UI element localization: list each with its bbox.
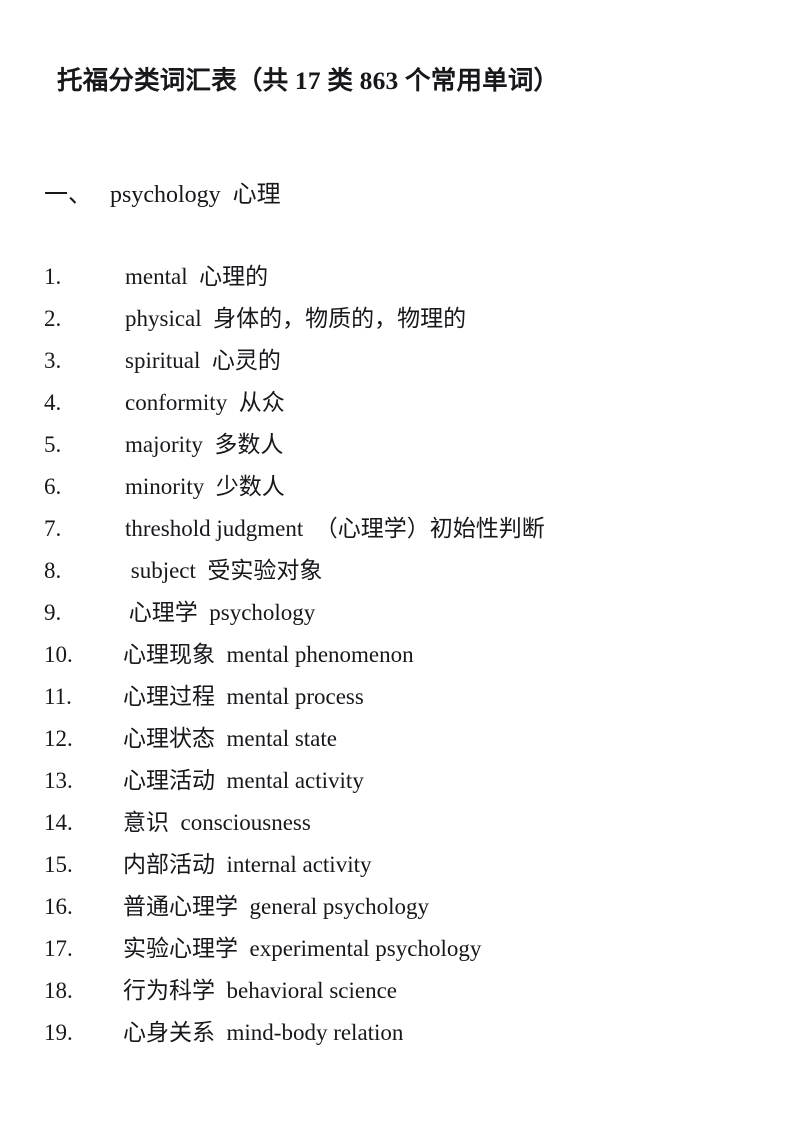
list-item: 19. 心身关系 mind-body relation <box>0 1012 793 1054</box>
list-item: 11. 心理过程 mental process <box>0 676 793 718</box>
list-item-text: 心身关系 mind-body relation <box>123 1020 404 1045</box>
list-item-number: 4. <box>44 390 62 415</box>
list-item-number: 9. <box>44 600 62 625</box>
list-item: 6. minority 少数人 <box>0 466 793 508</box>
list-item: 1. mental 心理的 <box>0 256 793 298</box>
list-item-number: 1. <box>44 264 62 289</box>
list-item: 8. subject 受实验对象 <box>0 550 793 592</box>
list-item-text: 心理活动 mental activity <box>123 768 364 793</box>
list-item: 17. 实验心理学 experimental psychology <box>0 928 793 970</box>
list-item-number: 6. <box>44 474 62 499</box>
list-item-text: 实验心理学 experimental psychology <box>123 936 482 961</box>
list-item: 12. 心理状态 mental state <box>0 718 793 760</box>
list-item: 10. 心理现象 mental phenomenon <box>0 634 793 676</box>
list-item: 14. 意识 consciousness <box>0 802 793 844</box>
list-item-text: spiritual 心灵的 <box>125 348 281 373</box>
list-item-number: 10. <box>44 642 73 667</box>
document-page: 托福分类词汇表（共 17 类 863 个常用单词） 一、 psychology … <box>0 0 793 1122</box>
list-item-number: 7. <box>44 516 62 541</box>
list-item: 7. threshold judgment （心理学）初始性判断 <box>0 508 793 550</box>
list-item-number: 17. <box>44 936 73 961</box>
list-item-number: 15. <box>44 852 73 877</box>
list-item-text: 心理学 psychology <box>123 600 316 625</box>
list-item-number: 12. <box>44 726 73 751</box>
list-item-text: physical 身体的，物质的，物理的 <box>125 306 467 331</box>
list-item-text: mental 心理的 <box>125 264 269 289</box>
list-item-number: 14. <box>44 810 73 835</box>
list-item-text: threshold judgment （心理学）初始性判断 <box>125 516 545 541</box>
list-item-number: 18. <box>44 978 73 1003</box>
list-item: 18. 行为科学 behavioral science <box>0 970 793 1012</box>
list-item-text: majority 多数人 <box>125 432 284 457</box>
list-item-text: 普通心理学 general psychology <box>123 894 429 919</box>
list-item-number: 3. <box>44 348 62 373</box>
list-item-number: 16. <box>44 894 73 919</box>
list-item: 2. physical 身体的，物质的，物理的 <box>0 298 793 340</box>
list-item-number: 2. <box>44 306 62 331</box>
list-item: 16. 普通心理学 general psychology <box>0 886 793 928</box>
list-item-text: minority 少数人 <box>125 474 285 499</box>
list-item: 13. 心理活动 mental activity <box>0 760 793 802</box>
list-item: 4. conformity 从众 <box>0 382 793 424</box>
list-item: 9. 心理学 psychology <box>0 592 793 634</box>
list-item-number: 8. <box>44 558 62 583</box>
list-item-text: 行为科学 behavioral science <box>123 978 397 1003</box>
section-heading-psychology: 一、 psychology 心理 <box>44 182 281 208</box>
list-item: 3. spiritual 心灵的 <box>0 340 793 382</box>
list-item-text: 心理过程 mental process <box>123 684 364 709</box>
list-item-number: 5. <box>44 432 62 457</box>
list-item-text: 意识 consciousness <box>123 810 311 835</box>
list-item: 15. 内部活动 internal activity <box>0 844 793 886</box>
list-item-text: 心理状态 mental state <box>123 726 337 751</box>
list-item-text: 内部活动 internal activity <box>123 852 372 877</box>
list-item-text: subject 受实验对象 <box>125 558 323 583</box>
list-item-text: conformity 从众 <box>125 390 285 415</box>
list-item-number: 11. <box>44 684 72 709</box>
list-item-number: 13. <box>44 768 73 793</box>
page-title: 托福分类词汇表（共 17 类 863 个常用单词） <box>57 66 560 96</box>
vocabulary-list: 1. mental 心理的 2. physical 身体的，物质的，物理的 3. spir… <box>0 256 793 1054</box>
list-item-text: 心理现象 mental phenomenon <box>123 642 414 667</box>
list-item: 5. majority 多数人 <box>0 424 793 466</box>
list-item-number: 19. <box>44 1020 73 1045</box>
